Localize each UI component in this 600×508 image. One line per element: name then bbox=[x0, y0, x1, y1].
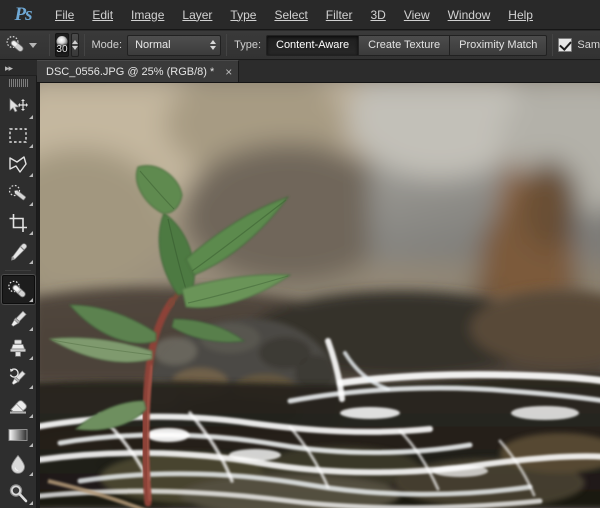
sidebar-item-rectangular-marquee-tool[interactable] bbox=[2, 121, 35, 150]
menu-label-filter: Filter bbox=[325, 7, 353, 22]
menu-label-edit: Edit bbox=[92, 7, 114, 22]
options-divider-3 bbox=[226, 34, 228, 56]
menu-item-type[interactable]: Type bbox=[221, 0, 265, 30]
type-button-create-texture[interactable]: Create Texture bbox=[359, 34, 451, 56]
menu-bar: Ps File Edit Image Layer Type Select Fil… bbox=[0, 0, 600, 30]
sidebar-item-gradient-tool[interactable] bbox=[2, 420, 35, 449]
menu-item-filter[interactable]: Filter bbox=[317, 0, 362, 30]
document-photo[interactable] bbox=[40, 83, 600, 508]
tool-flyout-indicator-icon bbox=[28, 298, 33, 302]
tool-flyout-indicator-icon bbox=[28, 443, 33, 447]
tool-flyout-indicator-icon bbox=[28, 385, 33, 389]
sidebar-item-eyedropper-tool[interactable] bbox=[2, 237, 35, 266]
menu-label-layer: Layer bbox=[182, 7, 213, 22]
tool-flyout-indicator-icon bbox=[28, 231, 33, 235]
photoshop-window: Ps File Edit Image Layer Type Select Fil… bbox=[0, 0, 600, 508]
options-divider-1 bbox=[49, 34, 51, 56]
menu-label-select: Select bbox=[274, 7, 308, 22]
tool-group-retouch bbox=[0, 273, 36, 508]
menu-item-help[interactable]: Help bbox=[499, 0, 542, 30]
options-bar: 30 Mode: Normal Type: Content-Aware Crea… bbox=[0, 31, 600, 60]
sidebar-item-blur-tool[interactable] bbox=[2, 449, 35, 478]
toolbar-drag-grip[interactable] bbox=[0, 76, 37, 90]
menu-item-3d[interactable]: 3D bbox=[361, 0, 394, 30]
menu-label-type: Type bbox=[230, 7, 257, 22]
menu-item-image[interactable]: Image bbox=[122, 0, 173, 30]
photo-artwork bbox=[40, 83, 600, 508]
options-divider-2 bbox=[83, 34, 85, 56]
menu-item-file[interactable]: File bbox=[46, 0, 83, 30]
toolbar-divider-1 bbox=[5, 270, 31, 271]
tool-flyout-indicator-icon bbox=[28, 501, 33, 505]
tool-flyout-indicator-icon bbox=[28, 356, 33, 360]
double-chevron-right-icon: ▸▸ bbox=[5, 62, 13, 73]
sidebar-item-crop-tool[interactable] bbox=[2, 208, 35, 237]
menu-label-3d: 3D bbox=[370, 7, 386, 22]
stepper-down-icon bbox=[71, 46, 78, 50]
menu-item-edit[interactable]: Edit bbox=[83, 0, 122, 30]
brush-size-preview[interactable]: 30 bbox=[55, 33, 69, 57]
mode-label: Mode: bbox=[91, 39, 123, 51]
sidebar-item-quick-selection-tool[interactable] bbox=[2, 179, 35, 208]
menu-item-window[interactable]: Window bbox=[439, 0, 500, 30]
photoshop-logo: Ps bbox=[14, 3, 33, 25]
checkbox-checked-icon bbox=[558, 38, 573, 52]
tool-flyout-indicator-icon bbox=[28, 327, 33, 331]
stepper-up-icon bbox=[71, 40, 78, 44]
toolbar-collapse-button[interactable]: ▸▸ bbox=[0, 61, 37, 76]
tool-flyout-indicator-icon bbox=[28, 414, 33, 418]
tools-panel: ▸▸ bbox=[0, 61, 37, 508]
sidebar-item-clone-stamp-tool[interactable] bbox=[2, 333, 35, 362]
menu-label-window: Window bbox=[447, 7, 491, 22]
tool-group-selection bbox=[0, 90, 36, 268]
type-button-content-aware[interactable]: Content-Aware bbox=[266, 34, 360, 56]
document-tab-bar: DSC_0556.JPG @ 25% (RGB/8) * × bbox=[37, 60, 600, 83]
menu-item-select[interactable]: Select bbox=[265, 0, 316, 30]
tool-flyout-indicator-icon bbox=[28, 472, 33, 476]
blend-mode-select[interactable]: Normal bbox=[127, 34, 222, 56]
tool-flyout-indicator-icon bbox=[28, 144, 33, 148]
sidebar-item-lasso-tool[interactable] bbox=[2, 150, 35, 179]
sidebar-item-move-tool[interactable] bbox=[2, 92, 35, 121]
brush-size-value: 30 bbox=[56, 44, 68, 55]
type-button-proximity-match[interactable]: Proximity Match bbox=[450, 34, 548, 56]
options-divider-4 bbox=[552, 34, 554, 56]
menu-label-help: Help bbox=[508, 7, 533, 22]
healing-type-group: Content-Aware Create Texture Proximity M… bbox=[266, 34, 548, 56]
tool-flyout-indicator-icon bbox=[28, 260, 33, 264]
menu-label-file: File bbox=[55, 7, 75, 22]
menu-item-view[interactable]: View bbox=[395, 0, 439, 30]
tool-preset-chevron-down-icon[interactable] bbox=[29, 42, 38, 48]
document-tab[interactable]: DSC_0556.JPG @ 25% (RGB/8) * × bbox=[37, 60, 240, 82]
blend-mode-value: Normal bbox=[135, 39, 171, 51]
close-icon[interactable]: × bbox=[225, 66, 232, 78]
sidebar-item-dodge-tool[interactable] bbox=[2, 478, 35, 507]
sidebar-item-brush-tool[interactable] bbox=[2, 304, 35, 333]
tool-flyout-indicator-icon bbox=[28, 202, 33, 206]
sample-all-layers-checkbox[interactable]: Sam bbox=[558, 38, 600, 52]
menu-label-image: Image bbox=[131, 7, 165, 22]
menu-item-layer[interactable]: Layer bbox=[173, 0, 221, 30]
type-label: Type: bbox=[234, 39, 261, 51]
brush-size-stepper[interactable] bbox=[70, 33, 79, 57]
document-tab-title: DSC_0556.JPG @ 25% (RGB/8) * bbox=[46, 65, 215, 78]
tool-flyout-indicator-icon bbox=[28, 115, 33, 119]
sidebar-item-spot-healing-brush-tool[interactable] bbox=[1, 275, 35, 304]
sidebar-item-history-brush-tool[interactable] bbox=[2, 362, 35, 391]
select-chevron-icon bbox=[210, 40, 217, 50]
spot-healing-brush-icon[interactable] bbox=[5, 34, 27, 56]
sidebar-item-eraser-tool[interactable] bbox=[2, 391, 35, 420]
tool-flyout-indicator-icon bbox=[28, 173, 33, 177]
canvas-area[interactable] bbox=[37, 83, 600, 508]
sample-all-layers-label: Sam bbox=[577, 39, 600, 51]
menu-label-view: View bbox=[403, 7, 430, 22]
